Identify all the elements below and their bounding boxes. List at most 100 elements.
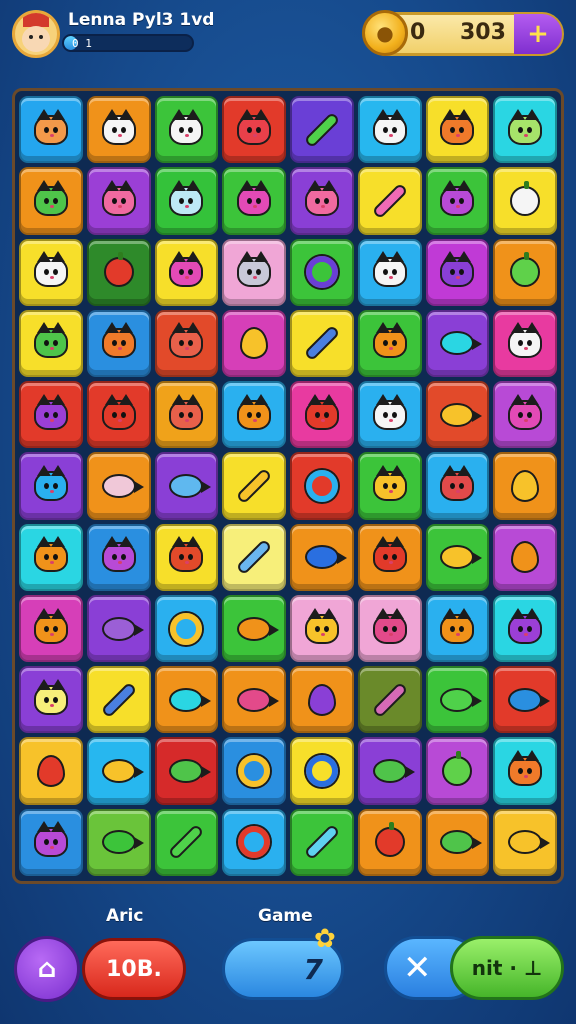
hat-icon: [23, 13, 49, 27]
game-tile[interactable]: [425, 452, 490, 520]
game-tile[interactable]: [425, 96, 490, 164]
game-tile[interactable]: [290, 452, 354, 520]
game-tile[interactable]: [290, 808, 354, 876]
game-tile[interactable]: [357, 452, 422, 520]
game-tile[interactable]: [425, 666, 490, 734]
game-tile[interactable]: [19, 238, 83, 306]
game-tile[interactable]: [19, 309, 83, 378]
game-tile[interactable]: [86, 737, 151, 805]
game-tile[interactable]: [290, 167, 354, 235]
game-tile[interactable]: [222, 381, 286, 449]
game-tile[interactable]: [86, 666, 151, 734]
game-tile[interactable]: [154, 523, 219, 591]
game-tile[interactable]: [290, 96, 354, 164]
game-tile[interactable]: [222, 808, 286, 876]
action-button[interactable]: nit · ⊥: [450, 936, 564, 1000]
game-tile[interactable]: [425, 381, 490, 449]
game-tile[interactable]: [493, 452, 557, 520]
game-tile[interactable]: [357, 238, 422, 306]
crayon-icon: [167, 823, 205, 861]
game-tile[interactable]: [222, 523, 286, 591]
game-tile[interactable]: [154, 452, 219, 520]
game-tile[interactable]: [86, 594, 151, 663]
game-tile[interactable]: [425, 523, 490, 591]
game-tile[interactable]: [357, 167, 422, 235]
game-tile[interactable]: [154, 594, 219, 663]
game-tile[interactable]: [493, 167, 557, 235]
add-coins-button[interactable]: +: [514, 14, 562, 54]
game-tile[interactable]: [154, 381, 219, 449]
game-tile[interactable]: [19, 666, 83, 734]
game-tile[interactable]: [86, 523, 151, 591]
game-tile[interactable]: [357, 594, 422, 663]
level-value: 7: [303, 952, 323, 986]
game-tile[interactable]: [425, 737, 490, 805]
game-tile[interactable]: [290, 381, 354, 449]
game-tile[interactable]: [154, 167, 219, 235]
game-tile[interactable]: [86, 452, 151, 520]
game-tile[interactable]: [425, 594, 490, 663]
game-tile[interactable]: [493, 594, 557, 663]
game-tile[interactable]: [19, 737, 83, 805]
game-tile[interactable]: [290, 594, 354, 663]
game-tile[interactable]: [19, 381, 83, 449]
game-tile[interactable]: [357, 96, 422, 164]
game-tile[interactable]: [154, 238, 219, 306]
game-tile[interactable]: [290, 523, 354, 591]
game-tile[interactable]: [493, 238, 557, 306]
game-tile[interactable]: [86, 808, 151, 876]
game-tile[interactable]: [493, 381, 557, 449]
game-tile[interactable]: [493, 737, 557, 805]
game-tile[interactable]: [222, 167, 286, 235]
player-avatar[interactable]: [12, 10, 60, 58]
game-tile[interactable]: [19, 808, 83, 876]
game-tile[interactable]: [86, 167, 151, 235]
game-tile[interactable]: [222, 666, 286, 734]
game-tile[interactable]: [222, 452, 286, 520]
game-tile[interactable]: [154, 666, 219, 734]
game-tile[interactable]: [86, 309, 151, 378]
game-tile[interactable]: [493, 96, 557, 164]
game-tile[interactable]: [425, 309, 490, 378]
game-tile[interactable]: [154, 808, 219, 876]
game-tile[interactable]: [493, 523, 557, 591]
game-tile[interactable]: [357, 808, 422, 876]
home-button[interactable]: ⌂: [14, 936, 80, 1002]
game-tile[interactable]: [19, 452, 83, 520]
game-tile[interactable]: [290, 309, 354, 378]
game-tile[interactable]: [86, 238, 151, 306]
game-tile[interactable]: [357, 309, 422, 378]
game-tile[interactable]: [222, 737, 286, 805]
game-tile[interactable]: [425, 167, 490, 235]
game-tile[interactable]: [222, 96, 286, 164]
game-tile[interactable]: [357, 523, 422, 591]
game-tile[interactable]: [357, 666, 422, 734]
game-tile[interactable]: [154, 309, 219, 378]
crayon-icon: [235, 467, 273, 505]
moves-value: 10B.: [106, 956, 162, 982]
game-tile[interactable]: [86, 96, 151, 164]
game-tile[interactable]: [154, 737, 219, 805]
game-tile[interactable]: [425, 808, 490, 876]
game-tile[interactable]: [290, 737, 354, 805]
game-tile[interactable]: [493, 808, 557, 876]
game-tile[interactable]: [86, 381, 151, 449]
game-tile[interactable]: [425, 238, 490, 306]
fish-icon: [440, 545, 483, 570]
cat-icon: [169, 251, 204, 288]
game-tile[interactable]: [357, 737, 422, 805]
fish-icon: [440, 687, 483, 712]
game-tile[interactable]: [222, 594, 286, 663]
game-tile[interactable]: [154, 96, 219, 164]
game-tile[interactable]: [222, 309, 286, 378]
game-tile[interactable]: [222, 238, 286, 306]
game-tile[interactable]: [493, 666, 557, 734]
game-tile[interactable]: [290, 238, 354, 306]
game-tile[interactable]: [19, 523, 83, 591]
game-tile[interactable]: [493, 309, 557, 378]
game-tile[interactable]: [290, 666, 354, 734]
game-tile[interactable]: [19, 167, 83, 235]
game-tile[interactable]: [19, 96, 83, 164]
game-tile[interactable]: [357, 381, 422, 449]
game-tile[interactable]: [19, 594, 83, 663]
